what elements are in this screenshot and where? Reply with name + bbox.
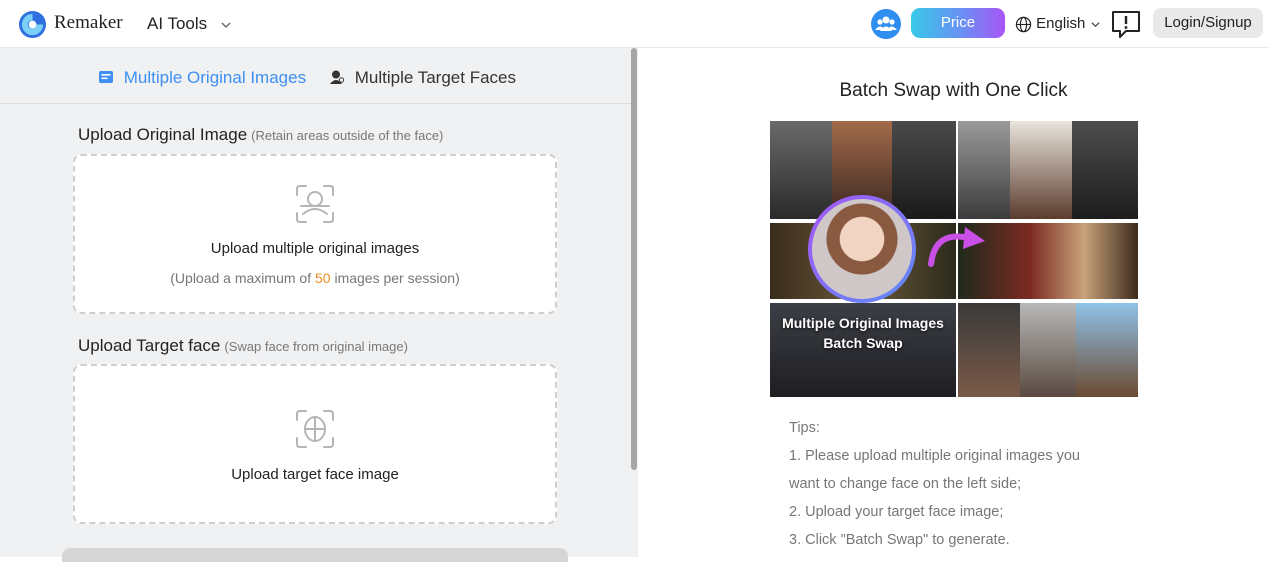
tips-section: Tips: 1. Please upload multiple original…	[789, 414, 1080, 554]
section-title: Upload Target face	[78, 336, 221, 355]
demo-photo	[892, 121, 956, 219]
target-face-icon	[296, 410, 334, 448]
upload-panel: Multiple Original Images Multiple Target…	[0, 48, 638, 562]
language-selector[interactable]: English	[1015, 15, 1101, 33]
top-header: Remaker AI Tools Price English Login/Sig…	[0, 0, 1269, 48]
tab-bar: Multiple Original Images Multiple Target…	[0, 48, 632, 104]
section-title: Upload Original Image	[78, 125, 248, 144]
community-icon[interactable]	[871, 9, 901, 39]
upload-original-label: Upload multiple original images	[210, 240, 420, 257]
chevron-down-icon	[1090, 21, 1100, 27]
section-hint: (Swap face from original image)	[224, 339, 408, 354]
max-images-count: 50	[314, 270, 331, 286]
upload-limit-note: (Upload a maximum of 50 images per sessi…	[75, 270, 555, 286]
ai-tools-label: AI Tools	[147, 14, 208, 33]
globe-icon	[1015, 16, 1032, 32]
ai-tools-menu[interactable]: AI Tools	[147, 14, 232, 34]
preview-panel: Batch Swap with One Click Multiple Origi…	[638, 48, 1269, 557]
scrollbar[interactable]	[631, 48, 637, 470]
tab-label: Multiple Original Images	[123, 68, 307, 87]
upload-target-label: Upload target face image	[231, 466, 399, 483]
upload-original-dropzone[interactable]: Upload multiple original images (Upload …	[73, 154, 557, 314]
price-button[interactable]: Price	[911, 8, 1005, 38]
demo-photo	[958, 303, 1020, 397]
demo-photo	[1020, 303, 1076, 397]
tab-label: Multiple Target Faces	[354, 68, 516, 87]
batch-swap-button[interactable]	[62, 548, 568, 562]
tab-multiple-target-faces[interactable]: Multiple Target Faces	[329, 68, 516, 88]
face-scan-icon	[296, 185, 334, 223]
tab-multiple-original-images[interactable]: Multiple Original Images	[98, 68, 306, 88]
tips-heading: Tips:	[789, 420, 820, 436]
target-face-avatar	[808, 195, 916, 303]
language-label: English	[1036, 15, 1086, 32]
chevron-down-icon	[221, 22, 231, 28]
tip-line: want to change face on the left side;	[789, 476, 1022, 492]
user-face-icon	[330, 70, 345, 84]
upload-target-heading: Upload Target face (Swap face from origin…	[78, 336, 408, 356]
remaker-logo-icon[interactable]	[18, 10, 47, 39]
demo-photo	[770, 121, 832, 219]
swap-arrow-icon	[928, 227, 985, 267]
upload-target-dropzone[interactable]: Upload target face image	[73, 364, 557, 524]
demo-caption-line1: Multiple Original Images	[782, 315, 944, 331]
demo-image: Multiple Original Images Batch Swap	[770, 121, 1138, 397]
note-text: (Upload a maximum of	[170, 270, 315, 286]
section-hint: (Retain areas outside of the face)	[251, 128, 444, 143]
login-signup-button[interactable]: Login/Signup	[1153, 8, 1263, 38]
image-icon	[99, 71, 113, 83]
demo-caption-line2: Batch Swap	[823, 335, 903, 351]
demo-photo	[1072, 121, 1138, 219]
demo-photo	[1010, 121, 1072, 219]
tip-line: 3. Click "Batch Swap" to generate.	[789, 532, 1010, 548]
demo-photo	[1076, 303, 1138, 397]
tip-line: 2. Upload your target face image;	[789, 504, 1004, 520]
upload-original-heading: Upload Original Image (Retain areas outsi…	[78, 125, 443, 145]
brand-name[interactable]: Remaker	[54, 12, 123, 34]
demo-title: Batch Swap with One Click	[839, 80, 1068, 101]
note-text: images per session)	[330, 270, 460, 286]
tip-line: 1. Please upload multiple original image…	[789, 448, 1080, 464]
feedback-icon[interactable]	[1110, 8, 1142, 40]
demo-photo	[958, 121, 1010, 219]
